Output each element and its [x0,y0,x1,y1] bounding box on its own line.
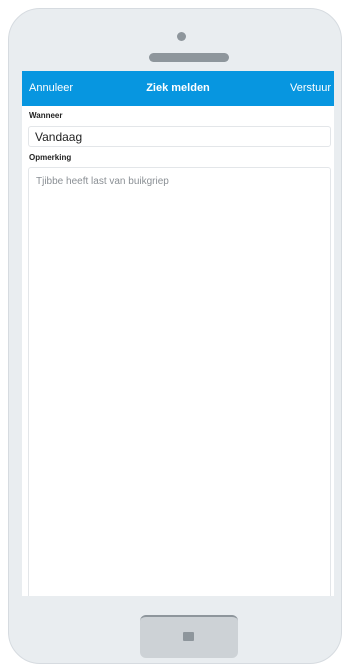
navigation-bar: Annuleer Ziek melden Verstuur [22,71,334,106]
when-field[interactable]: Vandaag [28,126,331,147]
note-textarea[interactable]: Tjibbe heeft last van buikgriep [28,167,331,596]
note-label: Opmerking [29,153,72,162]
speaker-icon [149,53,229,62]
app-screen: Annuleer Ziek melden Verstuur Wanneer Va… [22,71,334,596]
send-button[interactable]: Verstuur [290,81,331,95]
home-button[interactable] [140,615,238,658]
camera-icon [177,32,186,41]
square-icon [183,632,194,641]
page-title: Ziek melden [146,82,210,94]
cancel-button[interactable]: Annuleer [29,81,73,95]
when-label: Wanneer [29,111,63,120]
